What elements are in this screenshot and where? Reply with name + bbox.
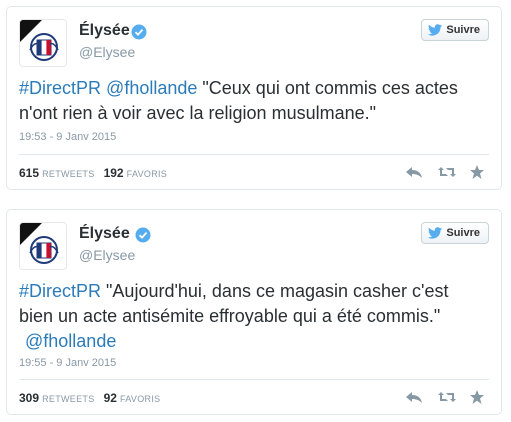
tweet-text: #DirectPR "Aujourd'hui, dans ce magasin …: [19, 279, 483, 354]
mention-link[interactable]: @fhollande: [25, 331, 116, 351]
author-name[interactable]: Élysée: [79, 225, 130, 243]
tweet-card: Élysée @Elysee Suivre #DirectPR @fhollan…: [6, 6, 502, 190]
tweet-stats: 615 RETWEETS 192 FAVORIS: [19, 166, 173, 180]
tweet-text: #DirectPR @fhollande "Ceux qui ont commi…: [19, 76, 483, 126]
mention-link[interactable]: @fhollande: [106, 78, 197, 98]
elysee-logo-icon: [20, 223, 59, 264]
reply-icon[interactable]: [405, 164, 423, 180]
twitter-bird-icon: [428, 24, 443, 36]
tweet-card: Élysée @Elysee Suivre #DirectPR "Aujourd…: [6, 209, 502, 415]
verified-icon: [131, 24, 147, 40]
retweet-count[interactable]: 309: [19, 391, 39, 405]
tweet-actions: [405, 389, 487, 405]
author-name[interactable]: Élysée: [79, 22, 130, 40]
hashtag-link[interactable]: #DirectPR: [19, 78, 101, 98]
tweet-stats: 309 RETWEETS 92 FAVORIS: [19, 391, 166, 405]
favorites-label: FAVORIS: [119, 394, 161, 404]
timestamp[interactable]: 19:53 - 9 Janv 2015: [19, 131, 116, 143]
retweets-label: RETWEETS: [42, 394, 95, 404]
twitter-bird-icon: [428, 227, 443, 239]
retweet-icon[interactable]: [437, 164, 456, 180]
favorite-icon[interactable]: [469, 164, 487, 180]
retweet-count[interactable]: 615: [19, 166, 39, 180]
reply-icon[interactable]: [405, 389, 423, 405]
divider: [19, 379, 489, 380]
verified-icon: [135, 227, 151, 243]
follow-button[interactable]: Suivre: [421, 222, 489, 244]
author-handle[interactable]: @Elysee: [79, 247, 135, 263]
favorites-label: FAVORIS: [126, 169, 168, 179]
elysee-logo-icon: [20, 20, 59, 61]
retweets-label: RETWEETS: [42, 169, 95, 179]
retweet-icon[interactable]: [437, 389, 456, 405]
follow-label: Suivre: [446, 24, 480, 36]
favorite-icon[interactable]: [469, 389, 487, 405]
follow-button[interactable]: Suivre: [421, 19, 489, 41]
author-handle[interactable]: @Elysee: [79, 44, 135, 60]
avatar[interactable]: [19, 19, 67, 67]
timestamp[interactable]: 19:55 - 9 Janv 2015: [19, 357, 116, 369]
favorite-count[interactable]: 192: [104, 166, 124, 180]
avatar[interactable]: [19, 222, 67, 270]
follow-label: Suivre: [446, 227, 480, 239]
tweet-actions: [405, 164, 487, 180]
hashtag-link[interactable]: #DirectPR: [19, 281, 101, 301]
divider: [19, 154, 489, 155]
favorite-count[interactable]: 92: [104, 391, 117, 405]
